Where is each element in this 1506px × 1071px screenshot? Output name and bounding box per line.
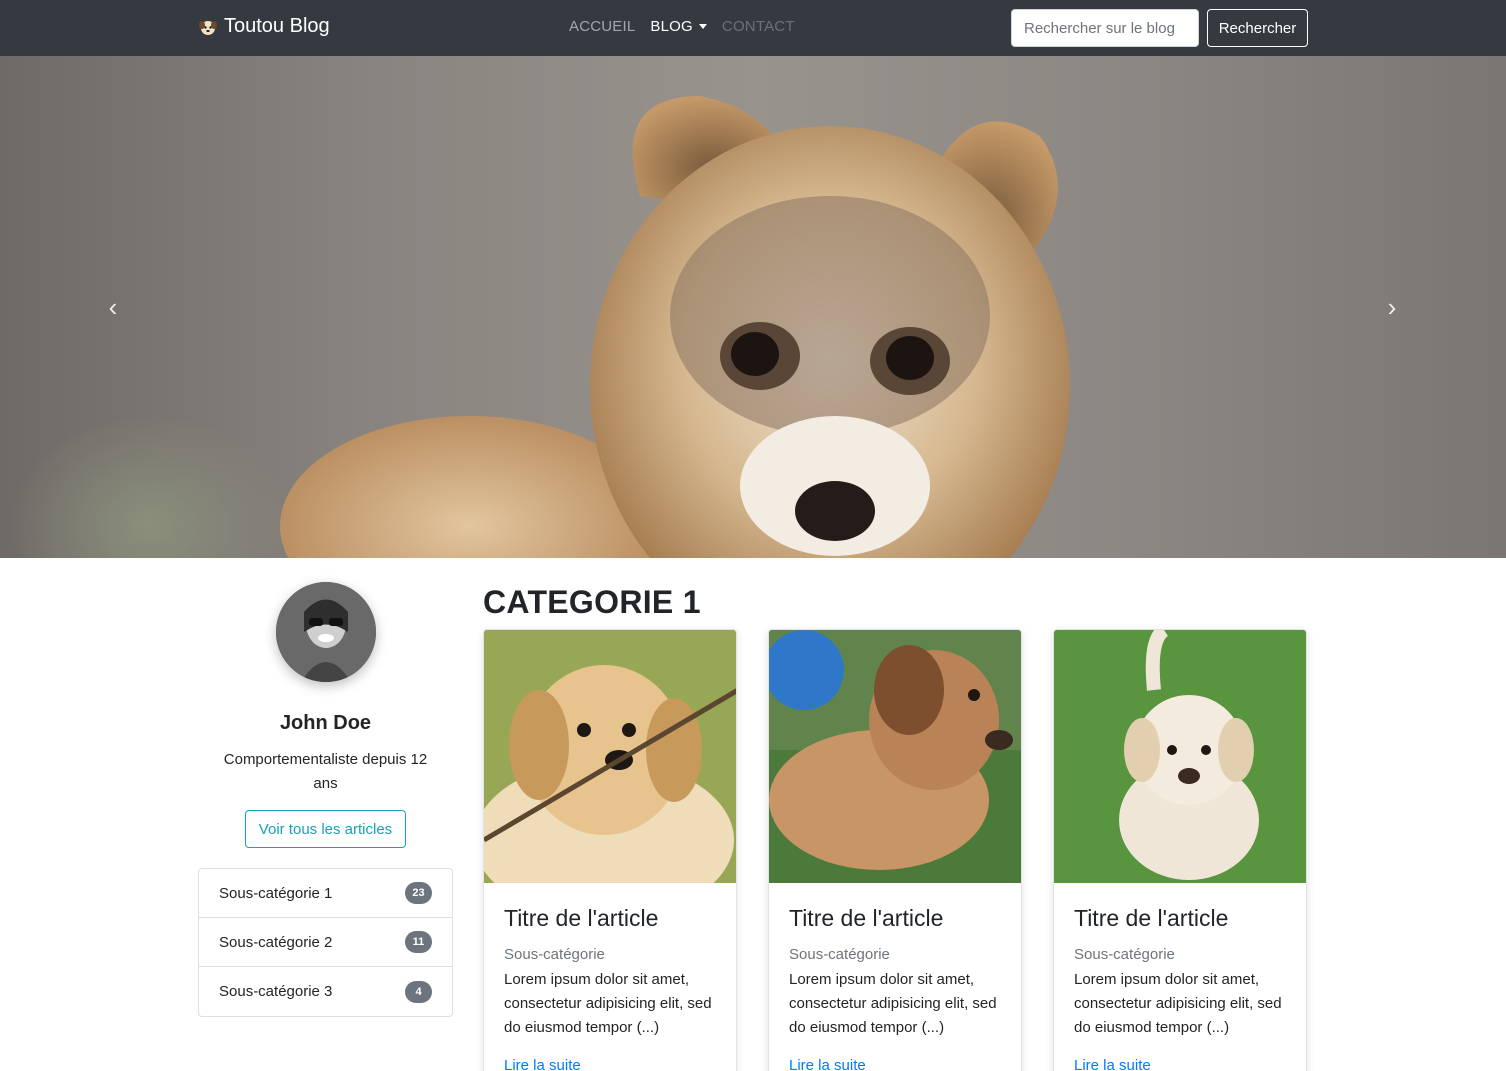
subcategory-label: Sous-catégorie 3 [219,983,333,1000]
carousel-prev-button[interactable]: ‹ [93,287,133,327]
brand-link[interactable]: Toutou Blog [198,15,330,38]
author-photo [276,582,376,682]
nav-links: ACCUEIL BLOG CONTACT [569,18,795,35]
article-title: Titre de l'article [1074,905,1229,931]
chevron-left-icon: ‹ [108,291,118,322]
read-more-link[interactable]: Lire la suite [1074,1057,1151,1071]
search-button[interactable]: Rechercher [1207,9,1308,47]
subcategory-label: Sous-catégorie 2 [219,933,333,951]
article-title: Titre de l'article [504,905,659,931]
article-image[interactable] [1054,630,1307,883]
nav-link-blog-label: BLOG [650,18,693,35]
avatar [276,582,376,682]
count-badge: 4 [405,980,432,1003]
count-badge: 11 [405,931,432,953]
search-input[interactable] [1011,9,1199,47]
read-more-link[interactable]: Lire la suite [789,1057,866,1071]
hero-puppy-image [280,96,1070,558]
caret-down-icon [698,23,707,29]
brand-name: Toutou Blog [224,15,330,37]
dog-face-icon [199,20,217,35]
subcategory-item[interactable]: Sous-catégorie 3 4 [199,967,452,1016]
all-articles-button[interactable]: Voir tous les articles [245,810,406,848]
article-subcategory: Sous-catégorie [1074,946,1175,963]
read-more-link[interactable]: Lire la suite [504,1057,581,1071]
article-title: Titre de l'article [789,905,944,931]
article-excerpt: Lorem ipsum dolor sit amet, consectetur … [504,971,712,1036]
author-bio: Comportementaliste depuis 12 ans [223,751,428,792]
page-title: CATEGORIE 1 [483,584,701,620]
subcategory-item[interactable]: Sous-catégorie 1 23 [199,869,452,918]
article-subcategory: Sous-catégorie [789,946,890,963]
article-excerpt: Lorem ipsum dolor sit amet, consectetur … [789,971,997,1036]
article-image[interactable] [769,630,1022,883]
article-card: Titre de l'article Sous-catégorie Lorem … [1053,629,1307,1071]
nav-link-blog[interactable]: BLOG [650,18,707,35]
article-subcategory: Sous-catégorie [504,946,605,963]
subcategory-label: Sous-catégorie 1 [219,884,333,902]
chevron-right-icon: › [1387,291,1397,322]
carousel-next-button[interactable]: › [1372,287,1412,327]
article-image[interactable] [484,630,737,883]
navbar: Toutou Blog ACCUEIL BLOG CONTACT Recherc… [0,0,1506,56]
nav-link-accueil[interactable]: ACCUEIL [569,18,635,35]
article-card: Titre de l'article Sous-catégorie Lorem … [483,629,737,1071]
author-name: John Doe [279,712,372,734]
hero-carousel: ‹ › [0,56,1506,558]
subcategory-list: Sous-catégorie 1 23 Sous-catégorie 2 11 … [198,868,453,1017]
article-card: Titre de l'article Sous-catégorie Lorem … [768,629,1022,1071]
nav-link-contact[interactable]: CONTACT [722,18,795,35]
count-badge: 23 [405,882,432,904]
article-excerpt: Lorem ipsum dolor sit amet, consectetur … [1074,971,1282,1036]
subcategory-item[interactable]: Sous-catégorie 2 11 [199,918,452,967]
